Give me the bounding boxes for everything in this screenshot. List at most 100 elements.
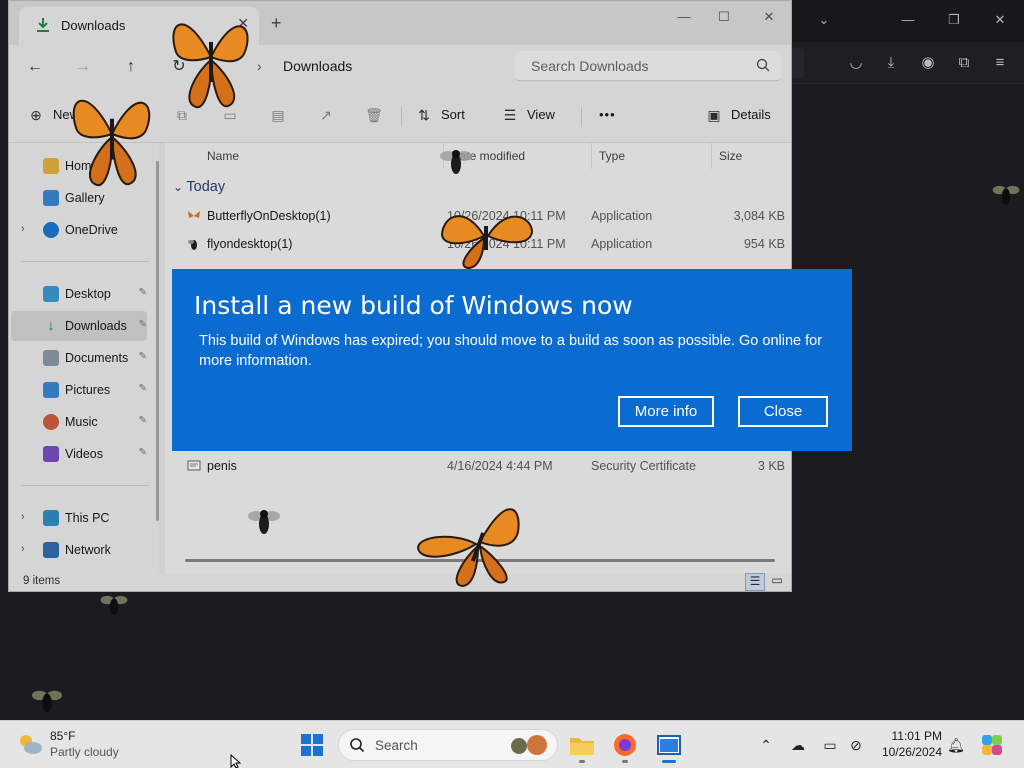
cloud-offline-icon[interactable]: ☁ bbox=[788, 735, 808, 755]
notification-bell-icon[interactable]: 🔔︎ bbox=[946, 735, 966, 755]
clock-time[interactable]: 11:01 PM bbox=[880, 729, 942, 743]
certificate-icon bbox=[187, 460, 201, 471]
file-type: Application bbox=[591, 209, 653, 223]
chevron-right-icon[interactable]: › bbox=[21, 543, 25, 555]
search-label: Search bbox=[375, 738, 418, 753]
close-button[interactable]: Close bbox=[738, 396, 828, 427]
window-app-icon bbox=[657, 735, 681, 755]
forward-button[interactable]: → bbox=[71, 55, 95, 79]
file-size: 954 KB bbox=[743, 237, 785, 251]
file-type: Application bbox=[591, 237, 653, 251]
restore-button[interactable]: ❐ bbox=[944, 10, 964, 30]
file-name: flyondesktop(1) bbox=[207, 237, 293, 251]
file-size: 3,084 KB bbox=[733, 209, 785, 223]
file-explorer-taskbar-button[interactable] bbox=[568, 731, 596, 763]
close-window-button[interactable]: ✕ bbox=[990, 10, 1010, 30]
item-count: 9 items bbox=[23, 575, 61, 587]
minimize-button[interactable]: — bbox=[898, 10, 918, 30]
pin-icon: ✎ bbox=[138, 351, 147, 362]
group-header[interactable]: ⌄ Today bbox=[173, 179, 225, 195]
sidebar-item-label: Pictures bbox=[65, 383, 111, 397]
new-tab-button[interactable]: + bbox=[271, 13, 282, 34]
share-icon[interactable]: ↗ bbox=[317, 107, 335, 123]
sidebar-item-documents[interactable]: Documents ✎ bbox=[11, 343, 147, 373]
sidebar-item-desktop[interactable]: Desktop ✎ bbox=[11, 279, 147, 309]
clock-date[interactable]: 10/26/2024 bbox=[878, 745, 942, 759]
divider bbox=[21, 485, 149, 486]
weather-description[interactable]: Partly cloudy bbox=[50, 745, 119, 759]
network-disconnected-icon[interactable]: ⊘ bbox=[846, 735, 866, 755]
fly-icon bbox=[100, 595, 128, 615]
sidebar-item-label: Network bbox=[65, 543, 111, 557]
column-header-size[interactable]: Size bbox=[719, 149, 742, 163]
pictures-icon bbox=[43, 382, 59, 398]
maximize-button[interactable]: ☐ bbox=[709, 9, 739, 31]
firefox-icon bbox=[614, 734, 636, 756]
show-hidden-icons-button[interactable]: ⌃ bbox=[756, 735, 776, 755]
taskbar-search-box[interactable]: Search bbox=[338, 729, 558, 761]
butterfly-icon bbox=[416, 508, 520, 588]
butterfly-icon bbox=[72, 99, 151, 186]
account-icon[interactable]: ◉ bbox=[918, 53, 938, 73]
explorer-tab-bar: Downloads ✕ + — ☐ ✕ bbox=[9, 1, 791, 45]
extensions-icon[interactable]: ⧉ bbox=[954, 53, 974, 73]
cloud-icon bbox=[43, 222, 59, 238]
sidebar-item-this-pc[interactable]: › This PC bbox=[11, 503, 147, 533]
sidebar-item-network[interactable]: › Network bbox=[11, 535, 147, 565]
view-button[interactable]: View bbox=[527, 107, 555, 122]
sidebar-item-label: Documents bbox=[65, 351, 129, 365]
address-bar[interactable]: › Downloads bbox=[239, 51, 509, 81]
browser-url-bar[interactable] bbox=[790, 48, 804, 78]
sort-button[interactable]: Sort bbox=[441, 107, 465, 122]
file-size: 3 KB bbox=[757, 459, 785, 473]
pocket-icon[interactable]: ◡ bbox=[846, 53, 866, 73]
up-button[interactable]: ↑ bbox=[119, 55, 143, 79]
back-button[interactable]: ← bbox=[23, 55, 47, 79]
delete-icon[interactable]: 🗑 bbox=[365, 107, 383, 123]
sidebar-item-label: Videos bbox=[65, 447, 103, 461]
column-header-type[interactable]: Type bbox=[599, 149, 625, 163]
sidebar-item-pictures[interactable]: Pictures ✎ bbox=[11, 375, 147, 405]
details-view-button[interactable]: ☰ bbox=[745, 573, 765, 591]
gallery-icon bbox=[43, 190, 59, 206]
search-input[interactable]: Search Downloads bbox=[515, 51, 781, 81]
sidebar-item-label: This PC bbox=[65, 511, 110, 525]
more-options-button[interactable]: ••• bbox=[599, 107, 616, 122]
menu-icon[interactable]: ≡ bbox=[990, 53, 1010, 73]
table-row[interactable]: penis 4/16/2024 4:44 PM Security Certifi… bbox=[165, 452, 791, 480]
windows-start-button[interactable] bbox=[300, 733, 324, 757]
sidebar-item-label: Music bbox=[65, 415, 98, 429]
videos-icon bbox=[43, 446, 59, 462]
app-taskbar-button[interactable] bbox=[655, 731, 683, 763]
column-header-name[interactable]: Name bbox=[207, 149, 239, 163]
close-window-button[interactable]: ✕ bbox=[754, 9, 784, 31]
details-button[interactable]: Details bbox=[731, 107, 771, 122]
copilot-icon[interactable] bbox=[980, 733, 1004, 757]
sidebar-item-videos[interactable]: Videos ✎ bbox=[11, 439, 147, 469]
display-icon[interactable]: ▭ bbox=[820, 735, 840, 755]
chevron-right-icon[interactable]: › bbox=[21, 223, 25, 235]
more-info-button[interactable]: More info bbox=[618, 396, 714, 427]
desktop-icon bbox=[43, 286, 59, 302]
rename-icon[interactable]: ▤ bbox=[269, 107, 287, 123]
tiles-view-button[interactable]: ▭ bbox=[767, 573, 787, 591]
music-icon bbox=[43, 414, 59, 430]
download-icon[interactable]: ⤓ bbox=[881, 53, 901, 73]
running-indicator bbox=[622, 760, 628, 763]
home-icon bbox=[43, 158, 59, 174]
scrollbar[interactable] bbox=[156, 161, 159, 521]
sidebar-item-music[interactable]: Music ✎ bbox=[11, 407, 147, 437]
pin-icon: ✎ bbox=[138, 287, 147, 298]
sidebar-item-downloads[interactable]: ↓ Downloads ✎ bbox=[11, 311, 147, 341]
browser-toolbar: ◡ ⤓ ◉ ⧉ ≡ bbox=[790, 42, 1024, 84]
sidebar-item-onedrive[interactable]: › OneDrive bbox=[11, 215, 147, 245]
pin-icon: ✎ bbox=[138, 415, 147, 426]
partly-cloudy-icon[interactable] bbox=[16, 731, 44, 757]
tab-title: Downloads bbox=[61, 18, 126, 33]
minimize-button[interactable]: — bbox=[669, 9, 699, 31]
chevron-down-icon[interactable]: ⌄ bbox=[814, 10, 834, 30]
divider bbox=[21, 261, 149, 262]
firefox-taskbar-button[interactable] bbox=[611, 731, 639, 763]
chevron-right-icon[interactable]: › bbox=[21, 511, 25, 523]
weather-temperature[interactable]: 85°F bbox=[50, 729, 75, 743]
